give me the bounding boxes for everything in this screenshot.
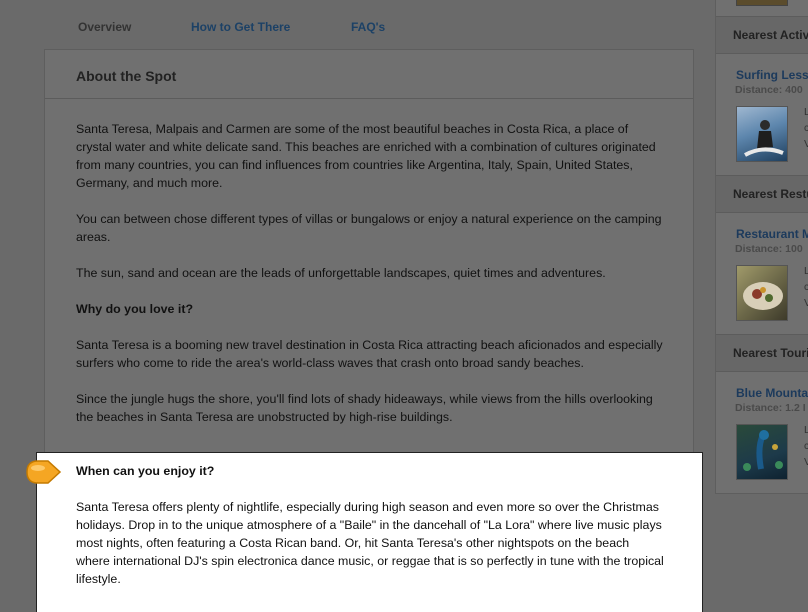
sidebar-item-distance: Distance: 100	[735, 243, 803, 255]
sidebar-item-distance: Distance: 1.2 I	[735, 402, 806, 414]
nearby-sidebar: Nearest Activ Surfing Less Distance: 400…	[715, 0, 808, 494]
paragraph: Santa Teresa, Malpais and Carmen are som…	[76, 122, 656, 190]
paragraph: The sun, sand and ocean are the leads of…	[76, 266, 606, 280]
about-content: Santa Teresa, Malpais and Carmen are som…	[76, 120, 666, 444]
why-heading: Why do you love it?	[76, 302, 194, 316]
paragraph: You can between chose different types of…	[76, 212, 662, 244]
peacock-photo-icon[interactable]	[736, 424, 788, 480]
surfer-photo-icon[interactable]	[736, 106, 788, 162]
food-photo-icon[interactable]	[736, 265, 788, 321]
when-paragraph: Santa Teresa offers plenty of nightlife,…	[76, 500, 664, 586]
highlight-box: When can you enjoy it? Santa Teresa offe…	[36, 452, 703, 612]
tab-overview[interactable]: Overview	[78, 20, 131, 34]
sidebar-item-title[interactable]: Blue Mountai	[736, 386, 808, 400]
sidebar-heading-restaurants: Nearest Restu	[733, 187, 808, 201]
sidebar-heading-tours: Nearest Touri	[733, 346, 808, 360]
tab-faqs[interactable]: FAQ's	[351, 20, 385, 34]
sidebar-item-title[interactable]: Restaurant M	[736, 227, 808, 241]
when-heading: When can you enjoy it?	[76, 464, 215, 478]
pointer-bubble-icon	[26, 460, 62, 484]
tab-bar: Overview How to Get There FAQ's	[44, 0, 694, 48]
sidebar-item-distance: Distance: 400	[735, 84, 803, 96]
panel-header: About the Spot	[45, 50, 693, 99]
paragraph: Since the jungle hugs the shore, you'll …	[76, 392, 653, 424]
section-title: About the Spot	[76, 68, 177, 84]
sidebar-item-title[interactable]: Surfing Less	[736, 68, 808, 82]
sidebar-item-text: LcV	[804, 106, 808, 150]
paragraph: Santa Teresa is a booming new travel des…	[76, 338, 663, 370]
tab-how-to-get-there[interactable]: How to Get There	[191, 20, 290, 34]
sidebar-thumbnail-partial	[736, 0, 788, 6]
sidebar-item-text: LcV	[804, 424, 808, 468]
sidebar-item-text: LcV	[804, 265, 808, 309]
sidebar-heading-activities: Nearest Activ	[733, 28, 808, 42]
